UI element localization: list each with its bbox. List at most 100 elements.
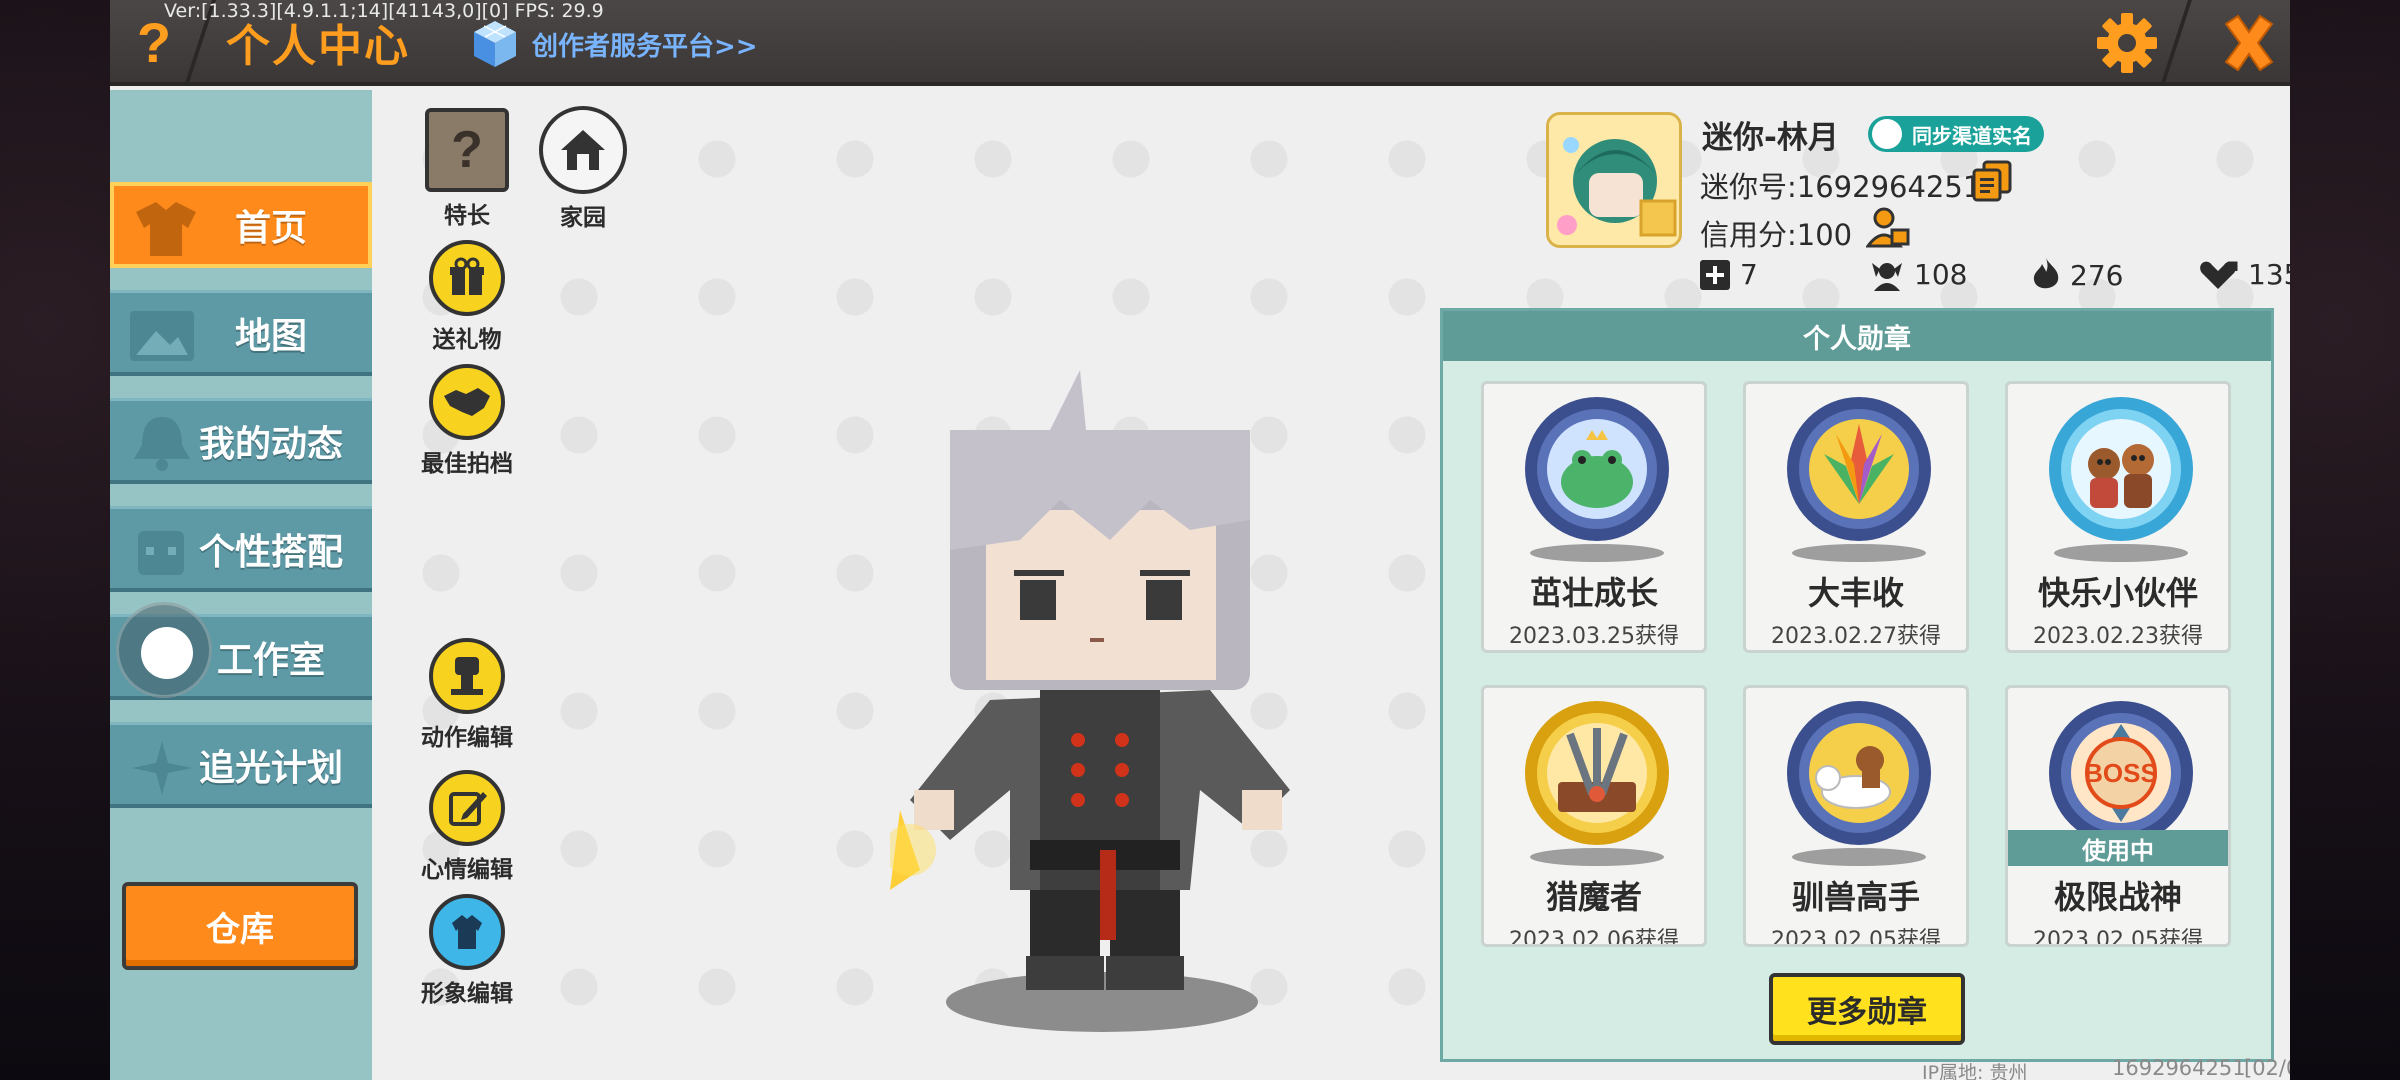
medal-shadow bbox=[1792, 848, 1926, 866]
specialty-label: 特长 bbox=[444, 203, 490, 229]
mystery-box-icon: ? bbox=[425, 108, 509, 192]
avatar[interactable] bbox=[1546, 112, 1682, 248]
verify-badge[interactable]: 同步渠道实名 bbox=[1868, 116, 2044, 152]
medal-date: 2023.02.06获得 bbox=[1509, 928, 1679, 947]
medal-card[interactable]: 茁壮成长 2023.03.25获得 bbox=[1481, 381, 1707, 653]
medal-card[interactable]: 快乐小伙伴 2023.02.23获得 bbox=[2005, 381, 2231, 653]
heart-icon bbox=[2200, 261, 2238, 289]
mood-edit-button[interactable]: 心情编辑 bbox=[412, 770, 522, 884]
medal-shadow bbox=[1530, 848, 1664, 866]
debug-info: Ver:[1.33.3][4.9.1.1;14][41143,0][0] FPS… bbox=[164, 0, 604, 22]
close-icon[interactable] bbox=[2216, 10, 2282, 76]
home-label: 家园 bbox=[560, 205, 606, 231]
fans-icon bbox=[1872, 262, 1902, 291]
bell-icon bbox=[134, 417, 190, 471]
shirt-icon bbox=[136, 202, 196, 256]
cube-icon bbox=[474, 21, 516, 67]
sidebar-item-activity[interactable]: 我的动态 bbox=[110, 398, 372, 484]
medal-date: 2023.03.25获得 bbox=[1509, 624, 1679, 649]
image-edit-label: 形象编辑 bbox=[421, 981, 513, 1007]
action-edit-button[interactable]: 动作编辑 bbox=[412, 638, 522, 752]
image-edit-button[interactable]: 形象编辑 bbox=[412, 894, 522, 1008]
header-divider bbox=[2160, 0, 2192, 86]
edit-icon bbox=[429, 770, 505, 846]
harvest-medal-icon bbox=[1787, 397, 1931, 541]
send-gift-button[interactable]: 送礼物 bbox=[412, 240, 522, 354]
best-partner-label: 最佳拍档 bbox=[421, 451, 513, 477]
sidebar-item-label: 首页 bbox=[234, 208, 307, 249]
mini-id: 迷你号:1692964251 bbox=[1700, 170, 1982, 204]
medal-card[interactable]: 猎魔者 2023.02.06获得 bbox=[1481, 685, 1707, 947]
sidebar-item-outfit[interactable]: 个性搭配 bbox=[110, 506, 372, 592]
medal-card[interactable]: 驯兽高手 2023.02.05获得 bbox=[1743, 685, 1969, 947]
credit-score: 信用分:100 bbox=[1700, 218, 1853, 252]
medal-name: 极限战神 bbox=[2053, 878, 2182, 916]
warehouse-button[interactable]: 仓库 bbox=[122, 882, 358, 970]
character-icon bbox=[138, 531, 184, 575]
ip-location: IP属地: 贵州 bbox=[1922, 1062, 2028, 1080]
send-gift-label: 送礼物 bbox=[432, 327, 502, 353]
medal-shadow bbox=[1530, 544, 1664, 562]
stat-add[interactable]: 7 bbox=[1700, 258, 1758, 291]
profile-window: ? 个人中心 创作者服务平台>> Ver:[1.33.3][4.9.1.1;14… bbox=[110, 0, 2290, 1080]
fire-icon bbox=[2033, 258, 2059, 289]
sidebar-item-map[interactable]: 地图 bbox=[110, 290, 372, 376]
outfit-icon bbox=[429, 894, 505, 970]
stat-likes[interactable]: 135 bbox=[2198, 258, 2290, 291]
plus-box-icon bbox=[1700, 259, 1730, 290]
creator-platform-link[interactable]: 创作者服务平台>> bbox=[468, 14, 758, 74]
in-use-badge: 使用中 bbox=[2008, 830, 2228, 866]
demon-hunter-medal-icon bbox=[1525, 701, 1669, 845]
medal-card[interactable]: BOSS 使用中 极限战神 2023.02.05获得 bbox=[2005, 685, 2231, 947]
copy-icon[interactable] bbox=[1972, 160, 2012, 202]
gear-icon[interactable] bbox=[2094, 10, 2160, 76]
sidebar: 首页 地图 我的动态 个性搭配 工作室 追光计划 仓库 bbox=[110, 90, 372, 1080]
sidebar-item-label: 个性搭配 bbox=[198, 531, 343, 573]
medal-name: 猎魔者 bbox=[1545, 878, 1642, 916]
stat-fans[interactable]: 108 bbox=[1870, 258, 1967, 291]
figure-icon bbox=[429, 638, 505, 714]
more-medals-button[interactable]: 更多勋章 bbox=[1769, 973, 1965, 1045]
sidebar-item-label: 我的动态 bbox=[198, 423, 343, 465]
stats-row: 7 108 276 135 bbox=[1700, 258, 2290, 298]
specialty-button[interactable]: ? 特长 bbox=[412, 108, 522, 230]
medal-card[interactable]: 大丰收 2023.02.27获得 bbox=[1743, 381, 1969, 653]
best-partner-button[interactable]: 最佳拍档 bbox=[412, 364, 522, 478]
friends-medal-icon bbox=[2049, 397, 2193, 541]
header-bar: ? 个人中心 创作者服务平台>> Ver:[1.33.3][4.9.1.1;14… bbox=[110, 0, 2290, 86]
footer-user-id: 1692964251 bbox=[2112, 1056, 2246, 1080]
mood-edit-label: 心情编辑 bbox=[421, 857, 513, 883]
medal-shadow bbox=[2054, 544, 2188, 562]
verify-badge-label: 同步渠道实名 bbox=[1912, 123, 2032, 148]
action-edit-label: 动作编辑 bbox=[421, 725, 513, 751]
medal-name: 快乐小伙伴 bbox=[2037, 574, 2198, 612]
medal-name: 茁壮成长 bbox=[1529, 574, 1658, 612]
stat-add-value: 7 bbox=[1740, 258, 1758, 291]
user-verify-icon bbox=[1872, 119, 1902, 149]
house-icon bbox=[539, 106, 627, 194]
home-button[interactable]: 家园 bbox=[528, 106, 638, 232]
medal-date: 2023.02.05获得 bbox=[2033, 928, 2203, 947]
credit-user-icon[interactable] bbox=[1866, 206, 1910, 250]
sidebar-item-light-plan[interactable]: 追光计划 bbox=[110, 722, 372, 808]
sidebar-item-label: 地图 bbox=[234, 315, 307, 357]
background-left bbox=[0, 0, 110, 1080]
medal-date: 2023.02.27获得 bbox=[1771, 624, 1941, 649]
picture-icon bbox=[130, 311, 194, 361]
medal-panel-title: 个人勋章 bbox=[1443, 311, 2271, 361]
floating-touch-button[interactable] bbox=[116, 602, 212, 698]
username: 迷你-林月 bbox=[1702, 120, 1839, 156]
handshake-icon bbox=[429, 364, 505, 440]
medal-date: 2023.02.23获得 bbox=[2033, 624, 2203, 649]
medal-panel: 个人勋章 茁壮成长 2023.03.25获得 大丰收 2023.02.27获得 … bbox=[1440, 308, 2274, 1062]
footer-timestamp: [02/06]17:50 0 bbox=[2244, 1056, 2290, 1080]
stat-fire[interactable]: 276 bbox=[2032, 258, 2123, 292]
medal-date: 2023.02.05获得 bbox=[1771, 928, 1941, 947]
stat-fire-value: 276 bbox=[2070, 258, 2124, 292]
player-character bbox=[890, 370, 1290, 1032]
sidebar-item-home[interactable]: 首页 bbox=[110, 182, 372, 268]
creator-link-label: 创作者服务平台>> bbox=[532, 31, 758, 62]
background-right bbox=[2290, 0, 2400, 1080]
stat-likes-value: 135 bbox=[2248, 258, 2290, 291]
boss-medal-icon: BOSS bbox=[2049, 701, 2193, 845]
